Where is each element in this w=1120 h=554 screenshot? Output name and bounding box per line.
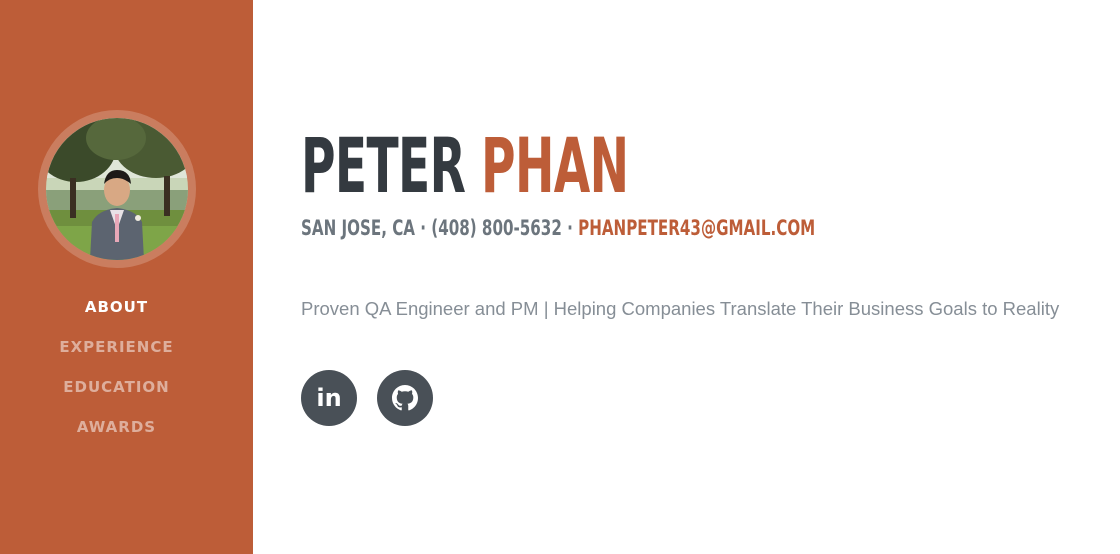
avatar-ring [38,110,196,268]
location-phone: SAN JOSE, CA · (408) 800-5632 · [301,216,579,240]
github-button[interactable] [377,370,433,426]
nav-item-awards: AWARDS [0,412,233,452]
linkedin-icon: in [316,384,342,412]
nav-item-experience: EXPERIENCE [0,332,233,372]
sidebar: ABOUT EXPERIENCE EDUCATION AWARDS [0,0,253,554]
social-icons: in [301,370,433,426]
contact-subheading: SAN JOSE, CA · (408) 800-5632 · PHANPETE… [301,214,815,242]
sidebar-nav: ABOUT EXPERIENCE EDUCATION AWARDS [0,292,233,452]
nav-link-about[interactable]: ABOUT [85,298,148,316]
first-name: PETER [301,121,466,210]
about-section: PETER PHAN SAN JOSE, CA · (408) 800-5632… [301,0,1091,554]
linkedin-button[interactable]: in [301,370,357,426]
email-link[interactable]: PHANPETER43@GMAIL.COM [578,216,815,240]
last-name: PHAN [481,121,629,210]
tagline: Proven QA Engineer and PM | Helping Comp… [301,298,1060,319]
page-title: PETER PHAN [301,118,629,214]
nav-link-experience[interactable]: EXPERIENCE [59,338,173,356]
nav-item-about: ABOUT [0,292,233,332]
nav-link-awards[interactable]: AWARDS [77,418,156,436]
nav-link-education[interactable]: EDUCATION [63,378,169,396]
github-icon [392,385,418,411]
avatar[interactable] [46,118,188,260]
nav-item-education: EDUCATION [0,372,233,412]
page: ABOUT EXPERIENCE EDUCATION AWARDS PETER … [0,0,1120,554]
profile-photo [46,118,188,260]
